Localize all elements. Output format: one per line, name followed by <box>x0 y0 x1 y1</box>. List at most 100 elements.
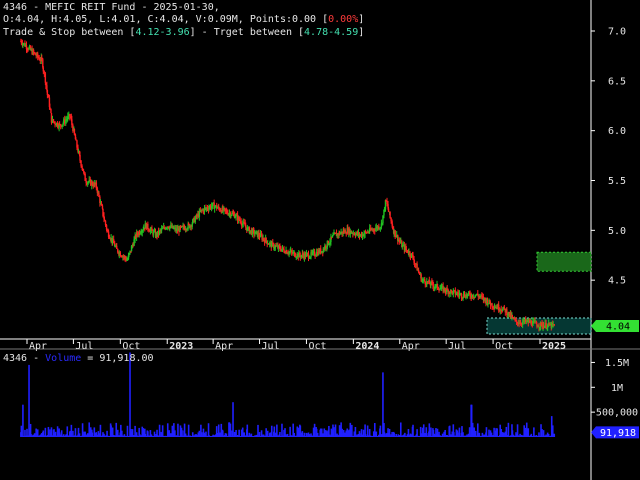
candle-body <box>104 220 107 226</box>
candle-body <box>545 322 547 329</box>
candle-body <box>386 201 388 205</box>
time-tick-label: 2024 <box>355 341 379 352</box>
candle-body <box>95 182 98 189</box>
candle-body <box>344 230 346 234</box>
candle-body <box>514 318 516 320</box>
target-range: 4.78-4.59 <box>304 27 359 38</box>
candle-body <box>101 205 104 209</box>
volume-bar <box>116 429 119 437</box>
volume-bar <box>373 423 376 437</box>
candle-body <box>532 321 534 326</box>
candle-body <box>149 229 152 232</box>
candle-body <box>536 324 538 327</box>
candle-body <box>37 53 39 57</box>
candle-body <box>512 317 515 319</box>
candle-body <box>140 232 142 234</box>
candle-body <box>245 226 247 228</box>
candle-body <box>515 320 518 322</box>
candle-body <box>192 219 194 224</box>
candle-body <box>373 229 375 231</box>
volume-bar <box>88 422 91 437</box>
candle-body <box>43 71 46 74</box>
candle-body <box>466 294 469 297</box>
candle-body <box>273 247 276 249</box>
time-tick-label: Apr <box>215 341 233 352</box>
candle-body <box>412 254 414 260</box>
candle-body <box>428 280 431 285</box>
candle-body <box>59 124 62 126</box>
candle-body <box>503 306 506 309</box>
candle-body <box>540 322 542 324</box>
candle-body <box>553 324 555 326</box>
candle-body <box>546 324 549 328</box>
candle-body <box>394 230 396 237</box>
candle-body <box>96 188 99 193</box>
candle-body <box>307 253 310 259</box>
candle-body <box>359 235 361 237</box>
candle-body <box>506 309 508 316</box>
volume-bar <box>166 423 169 437</box>
candle-body <box>44 73 47 83</box>
volume-header: 4346 - Volume = 91,918.00 <box>3 353 154 364</box>
candle-body <box>38 57 40 61</box>
time-tick-label: Oct <box>122 341 140 352</box>
candle-body <box>500 309 502 311</box>
candle-body <box>383 209 386 211</box>
candle-body <box>519 322 522 324</box>
candle-body <box>285 250 288 254</box>
volume-bar <box>448 425 451 437</box>
volume-bar <box>281 423 283 437</box>
candle-body <box>210 206 213 209</box>
price-tick-label: 4.5 <box>608 276 626 287</box>
candle-body <box>308 258 311 260</box>
volume-bar <box>161 425 164 437</box>
candle-body <box>283 249 285 252</box>
volume-bar <box>430 427 432 437</box>
candle-body <box>219 208 221 211</box>
candle-body <box>102 208 104 217</box>
time-tick-label: Oct <box>308 341 326 352</box>
candle-body <box>226 210 228 214</box>
candle-body <box>128 253 130 256</box>
time-tick-label: 2023 <box>169 341 193 352</box>
candle-body <box>166 227 168 229</box>
candle-body <box>416 263 418 271</box>
candle-body <box>73 129 76 135</box>
candle-body <box>390 217 392 222</box>
volume-bar <box>276 424 278 437</box>
trade-stop-range: 4.12-3.96 <box>135 27 190 38</box>
volume-bar <box>496 428 498 437</box>
candle-body <box>294 252 296 257</box>
candle-body <box>272 242 274 244</box>
candle-body <box>124 256 126 259</box>
volume-bar <box>232 402 234 437</box>
candle-body <box>475 295 477 297</box>
time-tick-label: Jul <box>262 341 280 352</box>
volume-bar <box>168 430 171 437</box>
candle-body <box>418 272 421 275</box>
time-tick-label: Jul <box>448 341 466 352</box>
candle-body <box>234 216 236 218</box>
price-tick-label: 5.5 <box>608 176 626 187</box>
candle-body <box>332 235 334 237</box>
candle-body <box>239 220 241 222</box>
volume-bar <box>399 422 402 437</box>
candle-body <box>46 90 49 96</box>
header-line-1: 4346 - MEFIC REIT Fund - 2025-01-30, <box>3 2 220 14</box>
volume-tick-label: 500,000 <box>596 408 638 419</box>
candle-body <box>420 274 422 282</box>
volume-bar <box>507 422 510 437</box>
candle-body <box>83 171 85 174</box>
volume-bar <box>246 424 249 437</box>
volume-bar <box>129 352 131 437</box>
time-tick-label: 2025 <box>542 341 566 352</box>
candle-body <box>530 321 533 325</box>
volume-bar <box>177 423 179 437</box>
candle-body <box>238 217 240 221</box>
header-line-2: O:4.04, H:4.05, L:4.01, C:4.04, V:0.09M,… <box>3 14 365 25</box>
candle-body <box>471 294 474 298</box>
candle-body <box>224 208 227 211</box>
volume-bar <box>527 428 530 437</box>
volume-bar <box>44 427 47 437</box>
candle-body <box>41 57 43 60</box>
